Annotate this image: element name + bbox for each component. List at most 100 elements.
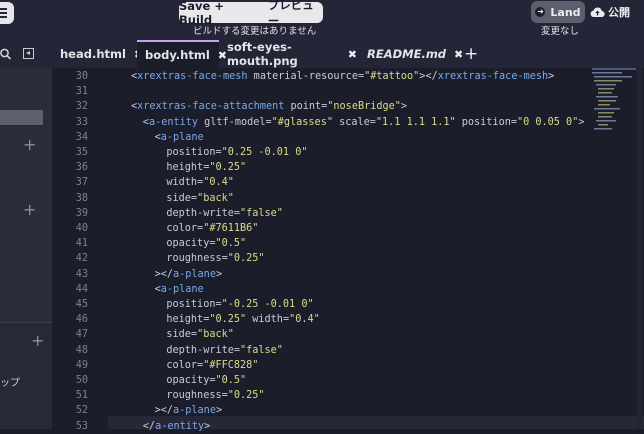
code-token: roughness=	[166, 390, 228, 402]
code-token: >	[204, 420, 211, 432]
cloud-upload-icon	[590, 7, 605, 18]
code-line: ></a-plane>	[155, 267, 223, 282]
line-number: 51	[75, 390, 88, 402]
code-token: "0.25"	[209, 162, 247, 174]
code-token: "0.4"	[203, 177, 234, 189]
code-token: "-0.25 -0.01 0"	[221, 299, 314, 310]
vertical-scrollbar[interactable]	[637, 68, 642, 429]
line-number: 30	[75, 71, 88, 82]
line-number: 38	[75, 192, 88, 204]
line-number: 43	[75, 268, 88, 280]
code-line: position="-0.25 -0.01 0"	[166, 297, 313, 312]
line-number: 33	[75, 116, 88, 128]
code-line: roughness="0.25"	[166, 388, 264, 403]
publish-button[interactable]: 公開	[590, 1, 638, 23]
code-token: a-plane	[160, 283, 204, 295]
line-number: 52	[75, 405, 88, 417]
save-build-preview-button[interactable]: Save + Build プレビュー	[179, 0, 323, 28]
land-button[interactable]: ➜ Land	[531, 1, 585, 23]
code-token: "#7611B6"	[203, 223, 259, 234]
code-token: "0.4"	[289, 314, 320, 326]
tab-soft-eyes-mouth-png[interactable]: soft-eyes-mouth.png ✖	[227, 40, 357, 68]
close-icon[interactable]: ✖	[348, 48, 357, 61]
code-token: a-plane	[173, 405, 216, 417]
line-number: 34	[75, 131, 88, 143]
line-number: 46	[75, 314, 88, 326]
code-token: side=	[166, 329, 198, 341]
tab-label: head.html	[60, 47, 126, 61]
code-line: opacity="0.5"	[166, 236, 246, 251]
line-number: 45	[75, 299, 88, 310]
line-number: 37	[75, 177, 88, 189]
code-token: opacity=	[166, 375, 216, 386]
code-line: side="back"	[166, 327, 233, 342]
code-token: height=	[166, 314, 210, 326]
plus-icon[interactable]: +	[23, 135, 36, 154]
tab-label: soft-eyes-mouth.png	[227, 40, 298, 68]
code-line: position="0.25 -0.01 0"	[166, 145, 307, 160]
code-token: color=	[166, 359, 204, 371]
code-token: "1.1 1.1 1.1"	[375, 116, 456, 128]
code-token: </	[142, 420, 156, 432]
close-icon[interactable]: ✖	[218, 49, 227, 62]
code-line: <a-entity gltf-model="#glasses" scale="1…	[143, 115, 585, 130]
sidebar-item-selected[interactable]	[0, 110, 43, 125]
close-icon[interactable]: ✖	[454, 48, 463, 61]
code-token: position=	[166, 147, 222, 158]
code-token: "0.25"	[227, 390, 265, 402]
code-line: ></a-plane>	[155, 403, 223, 418]
line-number: 39	[75, 207, 88, 219]
tab-readme-md[interactable]: README.md ✖	[367, 40, 463, 68]
code-line: <a-plane	[155, 282, 204, 297]
search-icon[interactable]	[0, 48, 12, 60]
code-token: >	[215, 268, 223, 280]
code-line: depth-write="false"	[166, 206, 283, 221]
code-token: opacity=	[166, 238, 216, 250]
code-token: xrextras-face-mesh	[137, 71, 248, 82]
tab-body-html[interactable]: body.html ✖	[137, 40, 227, 68]
code-line: width="0.4"	[166, 175, 233, 190]
code-token: width=	[246, 314, 290, 326]
code-token: roughness=	[166, 253, 228, 265]
code-token: "0.5"	[215, 238, 247, 250]
code-token: a-plane	[160, 131, 204, 143]
minimap[interactable]	[592, 68, 640, 148]
code-line: roughness="0.25"	[166, 251, 264, 266]
tab-head-html[interactable]: head.html ✖	[60, 40, 143, 68]
line-number: 48	[75, 344, 88, 356]
menu-icon[interactable]	[0, 2, 14, 24]
code-token: "noseBridge"	[327, 101, 401, 113]
code-line: color="#FFC828"	[166, 358, 258, 373]
code-token: side=	[166, 192, 198, 204]
line-number: 44	[75, 283, 88, 295]
code-token: a-entity	[148, 116, 199, 128]
land-label: Land	[550, 5, 581, 19]
tab-label: README.md	[367, 47, 447, 61]
code-line: opacity="0.5"	[166, 373, 246, 388]
code-token: "#glasses"	[271, 116, 333, 128]
code-token: "0.25 -0.01 0"	[221, 147, 308, 158]
line-number: 50	[75, 375, 88, 386]
code-token: height=	[166, 162, 210, 174]
code-token: scale=	[332, 116, 376, 128]
code-token: "#FFC828"	[203, 359, 259, 371]
code-token: "false"	[240, 344, 283, 356]
code-token: xrextras-face-mesh	[437, 71, 549, 82]
code-line: height="0.25"	[166, 160, 246, 175]
code-token: width=	[166, 177, 204, 189]
line-number: 41	[75, 238, 88, 250]
code-token: "0.25"	[209, 314, 247, 326]
line-number: 49	[75, 359, 88, 371]
code-token: >	[548, 71, 555, 82]
code-token: "false"	[240, 207, 283, 219]
collapse-icon[interactable]	[23, 48, 34, 59]
code-token: depth-write=	[166, 207, 240, 219]
plus-icon[interactable]: +	[23, 200, 36, 219]
plus-icon[interactable]: +	[31, 331, 44, 350]
code-token: position=	[455, 116, 517, 128]
code-line: <xrextras-face-mesh material-resource="#…	[131, 69, 554, 84]
add-tab-icon[interactable]: +	[464, 44, 478, 64]
code-line: <xrextras-face-attachment point="noseBri…	[131, 99, 407, 114]
code-token: xrextras-face-attachment	[137, 101, 285, 113]
sidebar-item-label[interactable]: ップ	[0, 374, 20, 389]
